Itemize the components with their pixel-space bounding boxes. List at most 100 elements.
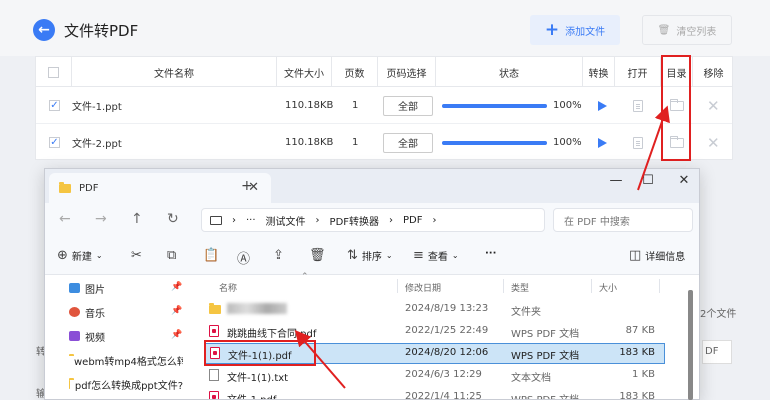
- breadcrumb[interactable]: › ··· 测试文件 › PDF转换器 › PDF ›: [201, 208, 545, 232]
- delete-icon[interactable]: 🗑: [309, 248, 326, 263]
- refresh-icon[interactable]: ↻: [167, 211, 179, 227]
- column-header-size[interactable]: 大小: [599, 281, 617, 294]
- row-checkbox[interactable]: ✓: [49, 87, 60, 124]
- breadcrumb-item[interactable]: PDF转换器: [330, 213, 379, 228]
- copy-icon[interactable]: ⧉: [167, 248, 176, 263]
- clear-list-button[interactable]: 🗑 清空列表: [642, 15, 732, 45]
- page-count: 1: [352, 100, 359, 111]
- file-row[interactable]: 跳跳曲线下合同.pdf 2022/1/25 22:49 WPS PDF 文档 8…: [205, 321, 665, 342]
- sort-label: 排序: [361, 252, 382, 263]
- document-icon: [633, 136, 643, 149]
- file-row[interactable]: 文件-1(1).txt 2024/6/3 12:29 文本文档 1 KB: [205, 365, 665, 386]
- view-button[interactable]: ≡ 查看 ⌄: [413, 248, 459, 263]
- convert-button[interactable]: [598, 87, 607, 124]
- search-input[interactable]: 在 PDF 中搜索: [553, 208, 693, 232]
- progress-bar: [442, 124, 547, 161]
- maximize-icon[interactable]: ☐: [633, 173, 663, 188]
- row-checkbox[interactable]: ✓: [49, 124, 60, 161]
- file-date: 2024/6/3 12:29: [405, 369, 482, 380]
- details-pane-button[interactable]: ◫ 详细信息: [629, 248, 685, 263]
- details-label: 详细信息: [645, 252, 686, 263]
- column-header-name[interactable]: 名称: [219, 281, 237, 294]
- file-size: 87 KB: [625, 325, 655, 336]
- up-arrow-icon[interactable]: ↑: [131, 211, 143, 227]
- folder-icon: [209, 303, 221, 314]
- file-type: 文本文档: [511, 373, 551, 384]
- file-date: 2024/8/19 13:23: [405, 303, 489, 314]
- remove-button[interactable]: ✕: [707, 87, 720, 124]
- computer-icon: [210, 215, 222, 225]
- play-icon: [598, 100, 607, 111]
- selected-file-highlight: [204, 340, 316, 366]
- column-header-type[interactable]: 类型: [511, 281, 529, 294]
- pin-icon: 📌: [171, 330, 183, 340]
- nav-item-pictures[interactable]: 图片: [69, 279, 105, 297]
- forward-arrow-icon[interactable]: →: [95, 211, 107, 227]
- video-icon: [69, 331, 80, 341]
- paste-icon[interactable]: 📋: [203, 248, 219, 263]
- pdf-icon: [209, 391, 219, 399]
- header-select-all[interactable]: [36, 57, 72, 87]
- pictures-icon: [69, 283, 80, 293]
- nav-item-video[interactable]: 视频: [69, 327, 105, 345]
- add-file-button[interactable]: + 添加文件: [530, 15, 620, 45]
- file-row[interactable]: 2024/8/19 13:23 文件夹: [205, 299, 665, 320]
- page-select-dropdown[interactable]: 全部: [383, 87, 433, 124]
- close-window-icon[interactable]: ✕: [669, 173, 699, 188]
- breadcrumb-more[interactable]: ···: [246, 215, 256, 226]
- close-icon: ✕: [707, 96, 720, 115]
- page-select-value[interactable]: 全部: [383, 95, 433, 116]
- view-label: 查看: [427, 252, 448, 263]
- trash-icon: 🗑: [657, 24, 671, 36]
- bg-label-file-count: 2个文件: [700, 309, 737, 320]
- nav-label: webm转mp4格式怎么转: [74, 356, 183, 368]
- nav-item-music[interactable]: 音乐: [69, 303, 105, 321]
- file-date: 2024/8/20 12:06: [405, 347, 489, 358]
- play-icon: [598, 137, 607, 148]
- file-name: 文件-1(1).txt: [227, 373, 289, 384]
- select-all-checkbox[interactable]: [48, 66, 59, 78]
- file-type: WPS PDF 文档: [511, 351, 580, 362]
- back-button[interactable]: ←: [33, 19, 55, 41]
- header-page-select: 页码选择: [378, 57, 436, 87]
- progress-label: 100%: [553, 137, 582, 148]
- back-arrow-icon[interactable]: ←: [59, 211, 71, 227]
- scrollbar[interactable]: [688, 290, 693, 400]
- open-button[interactable]: [633, 124, 643, 161]
- cut-icon[interactable]: ✂: [131, 248, 142, 263]
- nav-item-folder[interactable]: webm转mp4格式怎么转: [69, 351, 183, 369]
- file-row[interactable]: 文件-1.pdf 2022/1/4 11:25 WPS PDF 文档 183 K…: [205, 387, 665, 399]
- page-select-value[interactable]: 全部: [383, 132, 433, 153]
- bg-output-button[interactable]: DF: [702, 340, 732, 364]
- share-icon[interactable]: ⇪: [273, 248, 284, 263]
- new-button[interactable]: ⊕ 新建 ⌄: [57, 248, 103, 263]
- rename-icon[interactable]: Ⓐ: [237, 248, 250, 267]
- blurred-name-icon: [227, 303, 287, 314]
- column-header-date[interactable]: 修改日期: [405, 281, 441, 294]
- chevron-up-icon: ⌃: [301, 272, 309, 282]
- table-header: 文件名称 文件大小 页数 页码选择 状态 转换 打开 目录 移除: [36, 57, 732, 87]
- file-table: 文件名称 文件大小 页数 页码选择 状态 转换 打开 目录 移除 ✓ 文件-1.…: [35, 56, 733, 160]
- nav-item-folder[interactable]: pdf怎么转换成ppt文件?: [69, 375, 183, 393]
- more-options-icon[interactable]: ···: [485, 248, 496, 259]
- breadcrumb-item[interactable]: 测试文件: [266, 213, 306, 228]
- header-open: 打开: [615, 57, 661, 87]
- sort-icon: ⇅: [347, 248, 358, 263]
- remove-button[interactable]: ✕: [707, 124, 720, 161]
- file-type: 文件夹: [511, 307, 541, 318]
- explorer-tab[interactable]: PDF ✕: [49, 173, 271, 203]
- minimize-icon[interactable]: —: [601, 173, 631, 188]
- new-tab-icon[interactable]: +: [241, 178, 253, 194]
- sort-button[interactable]: ⇅ 排序 ⌄: [347, 248, 393, 263]
- page-select-dropdown[interactable]: 全部: [383, 124, 433, 161]
- convert-button[interactable]: [598, 124, 607, 161]
- file-size: 110.18KB: [285, 137, 334, 148]
- close-icon: ✕: [707, 133, 720, 152]
- breadcrumb-item[interactable]: PDF: [403, 215, 422, 226]
- check-icon: ✓: [49, 137, 60, 148]
- header-pages: 页数: [332, 57, 378, 87]
- file-name: 文件-1.pdf: [227, 391, 276, 399]
- open-button[interactable]: [633, 87, 643, 124]
- file-size: 110.18KB: [285, 100, 334, 111]
- file-name: 跳跳曲线下合同.pdf: [227, 329, 317, 340]
